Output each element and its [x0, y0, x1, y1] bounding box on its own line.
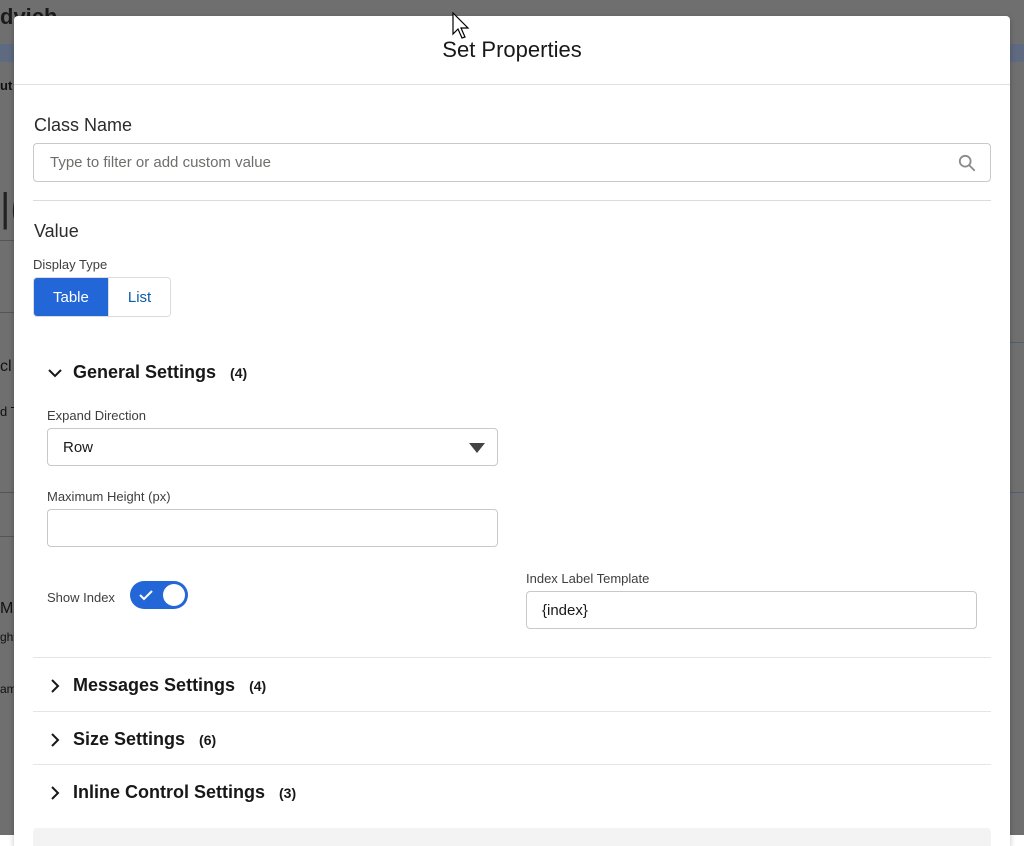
- background-divider: [1010, 492, 1024, 493]
- messages-settings-count: (4): [249, 677, 267, 694]
- size-settings-header[interactable]: Size Settings (6): [47, 729, 216, 750]
- general-settings-count: (4): [230, 364, 248, 381]
- expand-direction-value: Row: [63, 438, 94, 456]
- background-fragment: cl: [0, 358, 12, 375]
- modal-title: Set Properties: [442, 37, 582, 62]
- modal-header: Set Properties: [14, 16, 1010, 85]
- general-settings-title: General Settings: [73, 362, 217, 382]
- section-divider: [33, 764, 991, 765]
- chevron-down-icon: [48, 368, 62, 377]
- general-settings-header[interactable]: General Settings (4): [47, 362, 247, 383]
- class-name-combobox[interactable]: [33, 143, 991, 182]
- value-label: Value: [34, 221, 79, 241]
- class-name-input[interactable]: [48, 153, 958, 172]
- section-divider: [33, 711, 991, 712]
- background-fragment: M: [0, 600, 14, 617]
- caret-down-icon: [469, 443, 485, 453]
- toggle-knob: [163, 584, 185, 606]
- maximum-height-input[interactable]: [47, 509, 498, 547]
- inline-control-settings-header[interactable]: Inline Control Settings (3): [47, 782, 296, 803]
- show-index-toggle[interactable]: [130, 581, 188, 609]
- check-icon: [139, 590, 153, 601]
- class-name-label: Class Name: [34, 115, 133, 135]
- inline-control-settings-count: (3): [279, 784, 297, 801]
- show-index-label: Show Index: [47, 590, 115, 605]
- background-fragment: ut: [0, 78, 13, 93]
- index-label-template-input[interactable]: [526, 591, 977, 629]
- chevron-right-icon: [51, 785, 60, 800]
- index-label-template-label: Index Label Template: [526, 571, 650, 586]
- display-type-button-group: Table List: [33, 277, 172, 317]
- expand-direction-select[interactable]: Row: [47, 428, 498, 466]
- set-properties-modal: Set Properties Class Name Value Display …: [14, 16, 1010, 846]
- background-divider: [1010, 342, 1024, 343]
- expand-direction-label: Expand Direction: [47, 408, 146, 423]
- messages-settings-title: Messages Settings: [73, 675, 236, 695]
- chevron-right-icon: [51, 678, 60, 693]
- size-settings-title: Size Settings: [73, 729, 186, 749]
- messages-settings-header[interactable]: Messages Settings (4): [47, 675, 266, 696]
- mouse-cursor-icon: [452, 12, 470, 39]
- display-type-list-button[interactable]: List: [107, 278, 171, 316]
- next-section-strip: [33, 828, 991, 846]
- section-divider: [33, 657, 991, 658]
- display-type-label: Display Type: [33, 257, 108, 272]
- inline-control-settings-title: Inline Control Settings: [73, 782, 265, 802]
- display-type-table-button[interactable]: Table: [34, 278, 108, 316]
- section-divider: [33, 200, 991, 201]
- chevron-right-icon: [51, 732, 60, 747]
- search-icon: [958, 154, 976, 171]
- maximum-height-label: Maximum Height (px): [47, 489, 171, 504]
- size-settings-count: (6): [199, 731, 217, 748]
